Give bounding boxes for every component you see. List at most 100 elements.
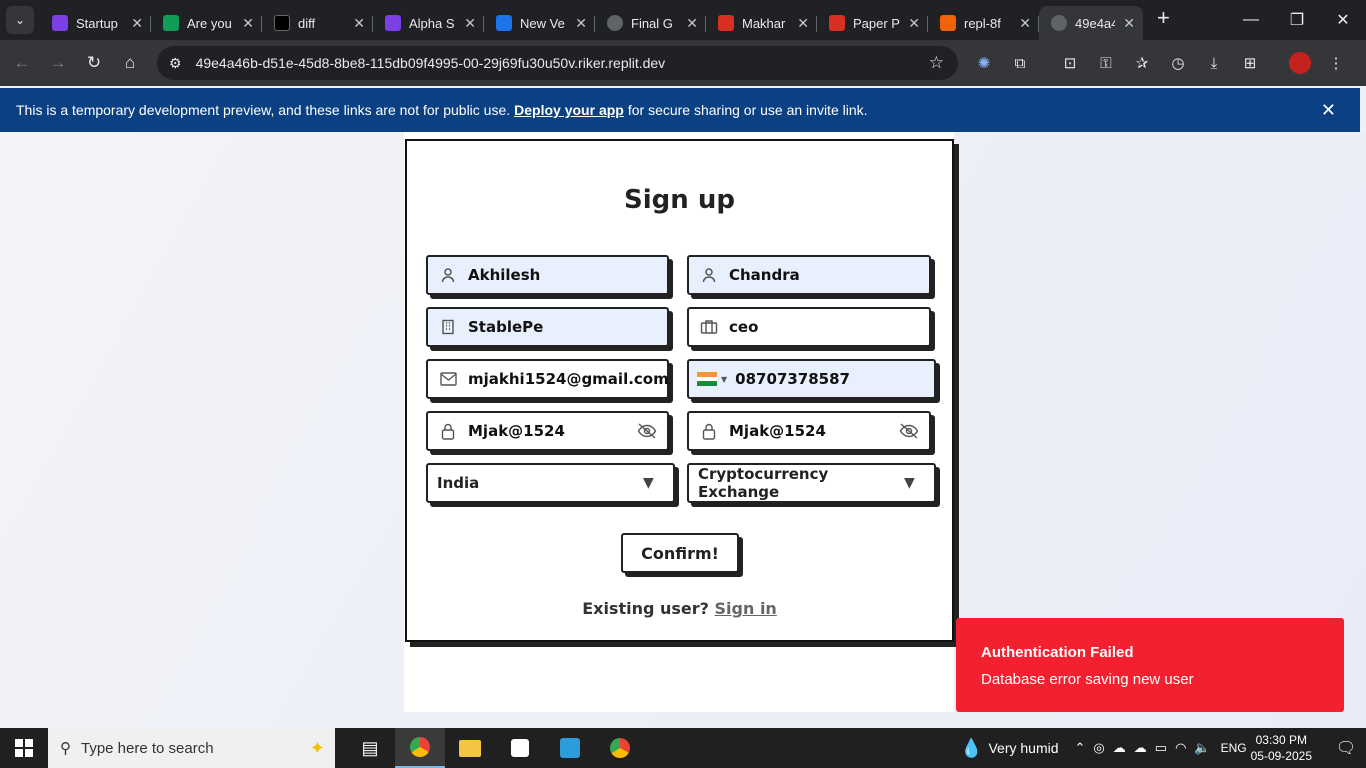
new-tab-button[interactable]: +: [1157, 5, 1170, 31]
chevron-down-icon[interactable]: ▼: [721, 375, 727, 384]
tab-favicon-icon: [607, 15, 623, 31]
company-field[interactable]: StablePe: [426, 307, 669, 347]
minimize-button[interactable]: —: [1228, 0, 1274, 40]
extension-gear-icon[interactable]: ✺: [966, 46, 1002, 80]
tab-title: Startup: [76, 15, 118, 31]
site-info-icon[interactable]: ⚙: [169, 55, 182, 72]
chrome-profile-icon[interactable]: [595, 728, 645, 768]
tab-startup[interactable]: Startup ✕: [40, 6, 151, 40]
close-icon[interactable]: ✕: [131, 15, 143, 32]
error-toast[interactable]: Authentication Failed Database error sav…: [956, 618, 1344, 712]
country-select[interactable]: India ▼: [426, 463, 675, 503]
lock-icon: [428, 423, 468, 440]
start-button[interactable]: [0, 728, 48, 768]
close-icon[interactable]: ✕: [1019, 15, 1031, 32]
cloud-off-icon[interactable]: ☁: [1113, 740, 1126, 756]
tab-title: repl-8f: [964, 15, 1001, 31]
tab-title: New Ve: [520, 15, 565, 31]
battery-icon[interactable]: ▭: [1155, 740, 1167, 756]
email-value: mjakhi1524@gmail.com: [468, 370, 669, 388]
close-icon[interactable]: ✕: [575, 15, 587, 32]
extensions-puzzle-icon[interactable]: ⧉: [1002, 46, 1038, 80]
menu-icon[interactable]: ⋮: [1318, 46, 1354, 80]
wifi-icon[interactable]: ◠: [1175, 740, 1186, 756]
tab-search-button[interactable]: ⌄: [6, 6, 34, 34]
tab-strip: ⌄ Startup ✕ Are you ✕ diff ✕ Alpha S ✕ New V…: [0, 0, 1366, 40]
mail-icon: [428, 372, 468, 386]
company-value: StablePe: [468, 318, 544, 336]
weather-widget[interactable]: 💧 Very humid: [960, 738, 1058, 759]
close-icon[interactable]: ✕: [797, 15, 809, 32]
close-icon[interactable]: ✕: [242, 15, 254, 32]
tab-new-ve[interactable]: New Ve ✕: [484, 6, 595, 40]
close-icon[interactable]: ✕: [1321, 100, 1336, 121]
chrome-icon[interactable]: [395, 728, 445, 768]
phone-field[interactable]: ▼ 08707378587: [687, 359, 936, 399]
tab-active-preview[interactable]: 49e4a4 ✕: [1039, 6, 1143, 40]
translate-icon[interactable]: ⊞: [1232, 46, 1268, 80]
tab-title: Are you: [187, 15, 232, 31]
address-bar[interactable]: ⚙ 49e4a46b-d51e-45d8-8be8-115db09f4995-0…: [157, 46, 958, 80]
close-icon[interactable]: ✕: [464, 15, 476, 32]
page-title: Sign up: [624, 185, 735, 215]
forward-button[interactable]: →: [40, 45, 76, 81]
profile-avatar[interactable]: [1282, 46, 1318, 80]
eye-off-icon[interactable]: [889, 423, 929, 439]
tab-makhan[interactable]: Makhar ✕: [706, 6, 817, 40]
lens-icon[interactable]: ⊡: [1052, 46, 1088, 80]
taskbar-apps: ▤: [345, 728, 645, 768]
camera-icon[interactable]: ◎: [1093, 740, 1104, 756]
email-field[interactable]: mjakhi1524@gmail.com: [426, 359, 669, 399]
onedrive-icon[interactable]: ☁: [1134, 740, 1147, 756]
password-field[interactable]: Mjak@1524: [426, 411, 669, 451]
clock[interactable]: 03:30 PM 05-09-2025: [1251, 732, 1312, 764]
close-icon[interactable]: ✕: [686, 15, 698, 32]
user-icon: [689, 267, 729, 283]
sign-in-link[interactable]: Sign in: [715, 599, 777, 618]
photos-icon[interactable]: [545, 728, 595, 768]
capcut-icon[interactable]: [495, 728, 545, 768]
phone-value: 08707378587: [735, 370, 850, 388]
tab-alpha[interactable]: Alpha S ✕: [373, 6, 484, 40]
first-name-field[interactable]: Akhilesh: [426, 255, 669, 295]
confirm-button[interactable]: Confirm!: [621, 533, 739, 573]
back-button[interactable]: ←: [4, 45, 40, 81]
close-icon[interactable]: ✕: [908, 15, 920, 32]
history-icon[interactable]: ◷: [1160, 46, 1196, 80]
url-text[interactable]: 49e4a46b-d51e-45d8-8be8-115db09f4995-00-…: [196, 55, 929, 71]
confirm-password-field[interactable]: Mjak@1524: [687, 411, 931, 451]
caret-down-icon: ▼: [643, 475, 654, 491]
tab-diff[interactable]: diff ✕: [262, 6, 373, 40]
search-icon: ⚲: [60, 740, 71, 757]
file-explorer-icon[interactable]: [445, 728, 495, 768]
eye-off-icon[interactable]: [627, 423, 667, 439]
restore-button[interactable]: ❐: [1274, 0, 1320, 40]
deploy-app-link[interactable]: Deploy your app: [514, 102, 624, 118]
favorites-icon[interactable]: ✰: [1124, 46, 1160, 80]
tab-favicon-icon: [1051, 15, 1067, 31]
task-view-icon[interactable]: ▤: [345, 728, 395, 768]
last-name-field[interactable]: Chandra: [687, 255, 931, 295]
close-icon[interactable]: ✕: [1123, 15, 1135, 32]
tab-repl[interactable]: repl-8f ✕: [928, 6, 1039, 40]
reload-button[interactable]: ↻: [76, 45, 112, 81]
language-indicator[interactable]: ENG: [1221, 741, 1247, 755]
home-button[interactable]: ⌂: [112, 45, 148, 81]
close-icon[interactable]: ✕: [353, 15, 365, 32]
tab-are-you[interactable]: Are you ✕: [151, 6, 262, 40]
industry-select[interactable]: Cryptocurrency Exchange ▼: [687, 463, 936, 503]
chevron-up-icon[interactable]: ⌃: [1075, 740, 1086, 756]
tab-favicon-icon: [163, 15, 179, 31]
tab-paper[interactable]: Paper P ✕: [817, 6, 928, 40]
speaker-icon[interactable]: 🔈: [1194, 740, 1210, 756]
tab-final[interactable]: Final G ✕: [595, 6, 706, 40]
india-flag-icon[interactable]: [697, 372, 717, 387]
bookmark-star-icon[interactable]: ☆: [929, 53, 944, 73]
download-icon[interactable]: ⤓: [1196, 46, 1232, 80]
password-key-icon[interactable]: ⚿: [1088, 46, 1124, 80]
notification-icon[interactable]: 🗨: [1326, 738, 1366, 758]
taskbar-search[interactable]: ⚲ Type here to search ✦: [48, 728, 335, 768]
close-window-button[interactable]: ✕: [1320, 0, 1366, 40]
existing-user-text: Existing user? Sign in: [407, 599, 952, 618]
role-field[interactable]: ceo: [687, 307, 931, 347]
